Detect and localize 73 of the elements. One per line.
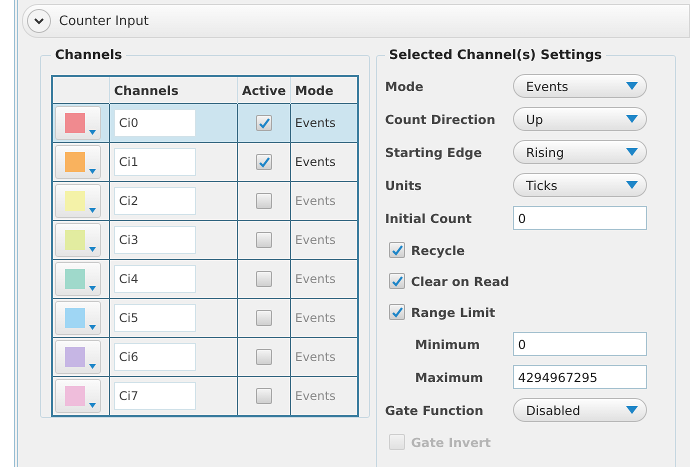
channel-name-field[interactable]: Ci0 [114, 109, 196, 137]
mode-text: Events [294, 232, 336, 246]
checkbox[interactable] [256, 388, 272, 404]
caret-icon [89, 403, 96, 408]
checkbox[interactable] [256, 349, 272, 365]
caret-icon [89, 208, 96, 213]
checkbox[interactable] [256, 154, 272, 170]
setting-label: Starting Edge [385, 144, 483, 160]
dropdown[interactable]: Rising [513, 140, 647, 164]
caret-icon [89, 325, 96, 330]
channel-name-field[interactable]: Ci5 [114, 304, 196, 332]
checkbox[interactable] [389, 242, 405, 258]
channel-name-field[interactable]: Ci6 [114, 343, 196, 371]
caret-icon [89, 364, 96, 369]
dropdown[interactable]: Events [513, 74, 647, 98]
channel-name-field[interactable]: Ci3 [114, 226, 196, 254]
checkbox[interactable] [256, 193, 272, 209]
caret-icon [89, 169, 96, 174]
color-picker[interactable] [55, 184, 101, 218]
input-field[interactable]: 0 [513, 332, 647, 356]
checkbox[interactable] [256, 310, 272, 326]
dropdown[interactable]: Ticks [513, 173, 647, 197]
channel-name-field[interactable]: Ci7 [114, 382, 196, 410]
checkbox[interactable] [256, 232, 272, 248]
caret-icon [89, 247, 96, 252]
panel-title: Counter Input [59, 14, 149, 28]
dropdown-arrow-icon [626, 148, 638, 156]
setting-label: Gate Function [385, 402, 484, 418]
color-picker[interactable] [55, 223, 101, 257]
channel-name-field[interactable]: Ci4 [114, 265, 196, 293]
mode-text: Events [294, 116, 336, 130]
mode-text: Events [294, 350, 336, 364]
checkbox-label: Gate Invert [411, 434, 491, 450]
checkbox[interactable] [256, 271, 272, 287]
channel-name-field[interactable]: Ci1 [114, 148, 196, 176]
mode-text: Events [294, 310, 336, 324]
dropdown[interactable]: Disabled [513, 398, 647, 422]
dropdown-arrow-icon [626, 181, 638, 189]
checkbox-label: Clear on Read [411, 274, 510, 288]
color-picker[interactable] [55, 379, 101, 413]
color-picker[interactable] [55, 145, 101, 179]
setting-label: Initial Count [385, 210, 473, 226]
input-field[interactable]: 0 [513, 206, 647, 230]
caret-icon [89, 130, 96, 135]
group-title: Selected Channel(s) Settings [388, 48, 603, 63]
checkbox[interactable] [389, 304, 405, 320]
checkbox[interactable] [389, 273, 405, 289]
mode-text: Events [294, 194, 336, 208]
dropdown-arrow-icon [626, 115, 638, 123]
dropdown-arrow-icon [626, 82, 638, 90]
setting-label: Units [385, 178, 423, 192]
setting-label: Count Direction [385, 112, 496, 126]
checkbox-label: Recycle [411, 242, 465, 258]
group-title: Channels [54, 48, 124, 63]
setting-label: Mode [385, 78, 424, 94]
color-picker[interactable] [55, 340, 101, 374]
setting-label: Minimum [414, 336, 481, 352]
checkbox[interactable] [256, 115, 272, 131]
mode-text: Events [294, 154, 336, 168]
expand-icon[interactable] [27, 9, 51, 33]
mode-text: Events [294, 388, 336, 402]
setting-label: Maximum [414, 370, 484, 384]
dropdown-arrow-icon [626, 406, 638, 414]
color-picker[interactable] [55, 262, 101, 296]
mode-text: Events [294, 272, 336, 286]
dropdown[interactable]: Up [513, 107, 647, 131]
panel-header[interactable]: Counter Input [22, 4, 690, 38]
input-field[interactable]: 4294967295 [513, 365, 647, 389]
color-picker[interactable] [55, 301, 101, 335]
color-picker[interactable] [55, 106, 101, 140]
channel-name-field[interactable]: Ci2 [114, 187, 196, 215]
checkbox-label: Range Limit [411, 304, 496, 320]
caret-icon [89, 286, 96, 291]
